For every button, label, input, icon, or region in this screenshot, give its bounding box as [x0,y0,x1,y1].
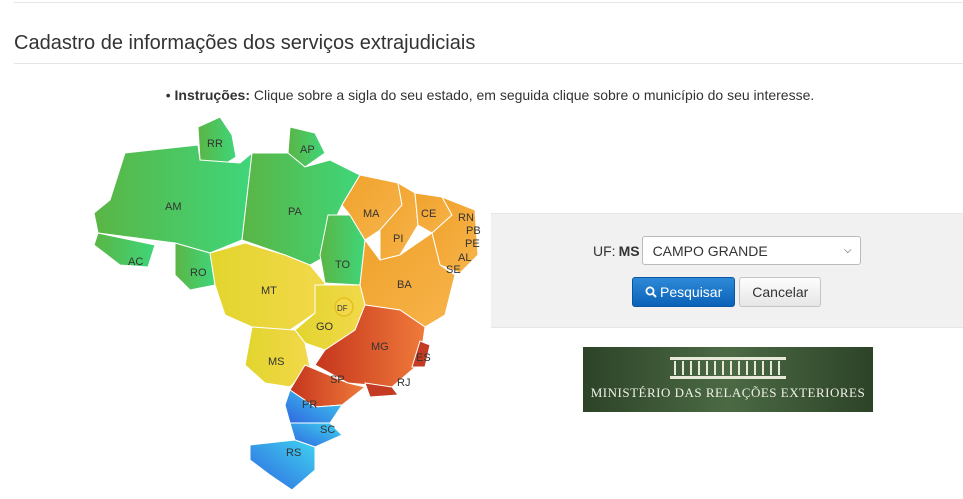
state-label: RJ [397,377,410,389]
cancel-button[interactable]: Cancelar [739,277,822,307]
state-label: RN [458,212,474,224]
uf-value: MS [618,242,640,259]
state-label: TO [335,259,351,271]
instructions-bullet: • [165,87,175,103]
municipio-selected-value: CAMPO GRANDE [652,242,768,259]
state-label: RS [286,447,301,459]
state-label: MA [363,208,380,220]
search-icon [645,286,657,298]
state-label: PB [466,225,481,237]
state-label: PE [465,238,480,250]
state-label: PR [302,399,317,411]
mre-banner-text: MINISTÉRIO DAS RELAÇÕES EXTERIORES [590,385,866,400]
top-divider [14,2,963,3]
state-label: ES [416,352,431,364]
state-label: MS [268,356,285,368]
state-label: AL [458,252,471,264]
state-label: MG [371,341,389,353]
state-label: SP [330,374,345,386]
search-button-label: Pesquisar [660,284,723,300]
state-label: MT [261,285,277,297]
state-label: PA [288,206,303,218]
state-label: RO [190,267,207,279]
state-label: AP [300,144,315,156]
title-divider [14,63,963,64]
uf-row: UF: MS CAMPO GRANDE ⌵ [593,236,861,265]
state-label: BA [397,279,412,291]
cancel-button-label: Cancelar [752,284,809,300]
building-icon [670,357,786,379]
chevron-down-icon: ⌵ [843,245,852,256]
instructions-text: Clique sobre a sigla do seu estado, em s… [250,87,815,103]
state-label: AM [165,201,182,213]
uf-label: UF: [593,242,616,259]
state-label: DF [337,304,348,313]
state-label: CE [421,208,436,220]
state-label: SE [446,264,461,276]
state-label: SC [320,424,335,436]
form-actions: Pesquisar Cancelar [632,277,822,307]
brazil-map: RR AP AM PA MA CE RN PB PE AL SE PI AC R… [93,116,481,491]
instructions: • Instruções: Clique sobre a sigla do se… [0,87,963,103]
municipio-select[interactable]: CAMPO GRANDE ⌵ [641,236,861,265]
page-title: Cadastro de informações dos serviços ext… [14,32,476,54]
state-label: AC [128,256,143,268]
instructions-label: Instruções: [174,87,251,103]
state-label: PI [393,233,403,245]
search-panel: UF: MS CAMPO GRANDE ⌵ Pesquisar Cancelar [491,213,963,328]
state-label: GO [316,321,334,333]
mre-banner[interactable]: MINISTÉRIO DAS RELAÇÕES EXTERIORES [583,347,873,412]
search-button[interactable]: Pesquisar [632,277,736,307]
state-label: RR [207,138,223,150]
state-rs[interactable] [249,439,316,491]
